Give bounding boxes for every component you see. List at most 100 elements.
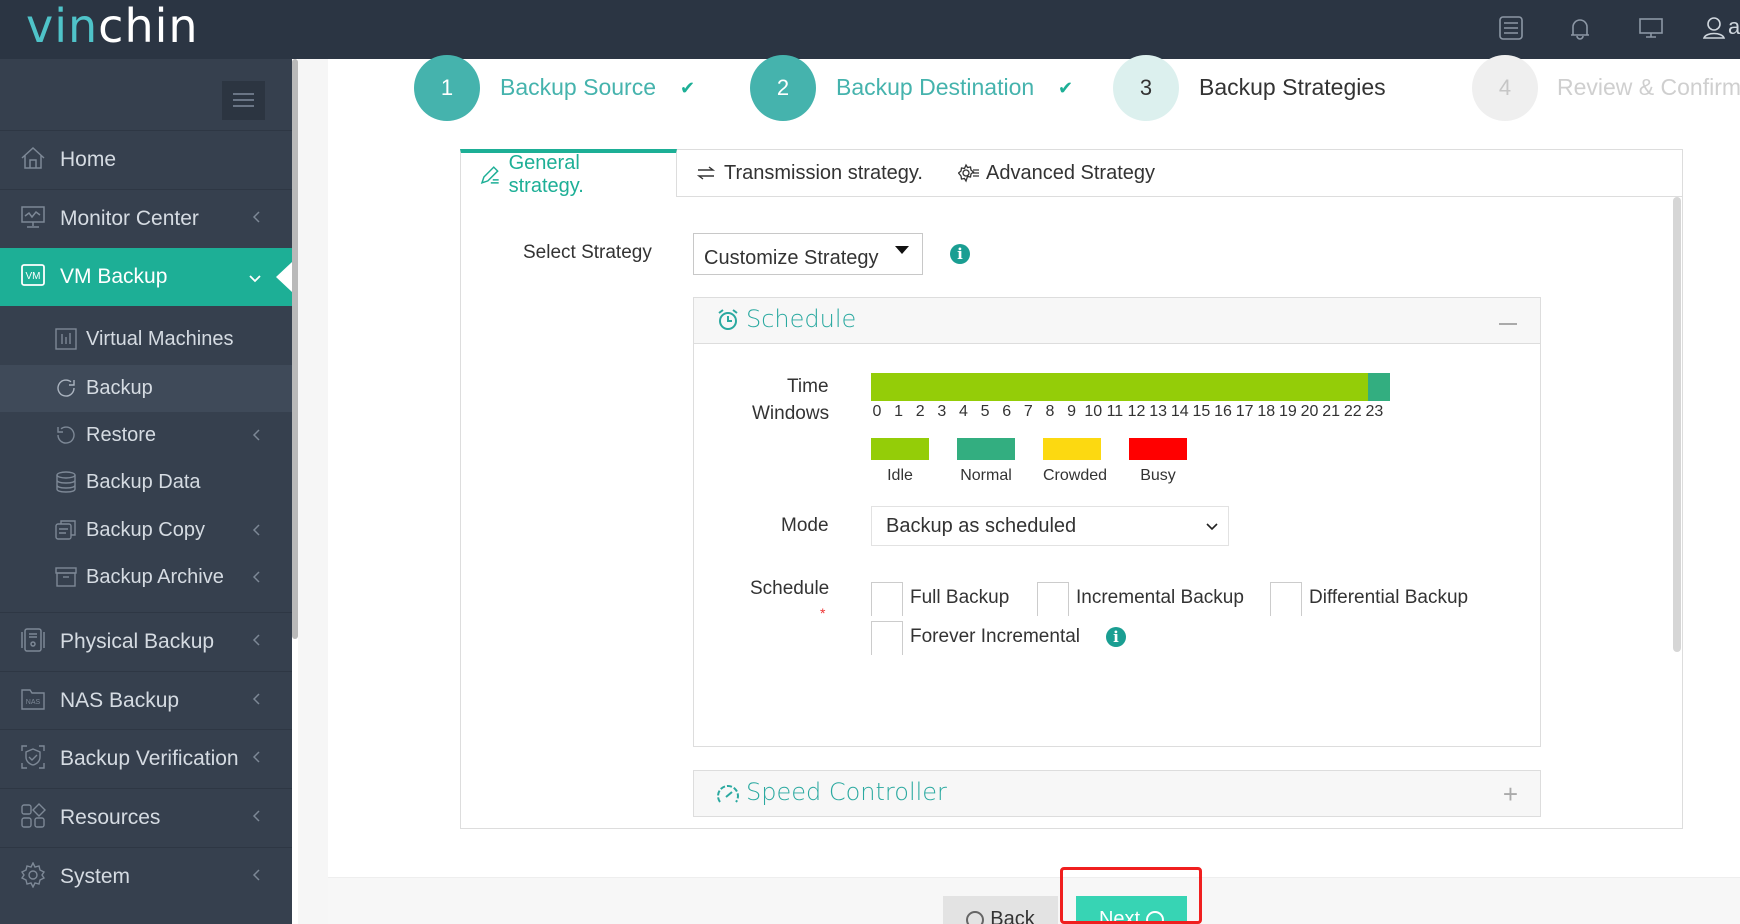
chevron-left-icon <box>252 810 260 822</box>
tab-label: General strategy. <box>508 152 584 197</box>
hour-slot-9[interactable] <box>1065 373 1088 401</box>
tab-transmission-strategy[interactable]: Transmission strategy. <box>678 149 941 197</box>
differential-backup-checkbox[interactable] <box>1270 582 1302 616</box>
schedule-panel-header[interactable]: Schedule <box>694 298 1540 344</box>
hour-slot-1[interactable] <box>892 373 915 401</box>
hour-slot-7[interactable] <box>1022 373 1044 401</box>
step-1-label[interactable]: Backup Source <box>500 74 656 101</box>
svg-text:NAS: NAS <box>26 699 41 706</box>
back-button-label: Back <box>990 908 1035 924</box>
tab-label: Transmission strategy. <box>724 161 923 184</box>
hour-slot-23[interactable] <box>1368 373 1390 401</box>
task-list-icon[interactable] <box>1497 14 1525 42</box>
hour-tick-label: 20 <box>1300 403 1319 420</box>
step-3-label[interactable]: Backup Strategies <box>1199 74 1386 101</box>
full-backup-label[interactable]: Full Backup <box>910 587 1009 609</box>
active-indicator-arrow <box>276 262 292 292</box>
tab-advanced-strategy[interactable]: Advanced Strategy <box>940 149 1173 197</box>
hour-tick-label: 1 <box>894 403 904 420</box>
hour-tick-label: 17 <box>1235 403 1254 420</box>
user-name[interactable]: a <box>1728 14 1740 40</box>
hour-slot-20[interactable] <box>1303 373 1326 401</box>
hour-slot-16[interactable] <box>1217 373 1239 401</box>
sidebar-item-resources[interactable]: Resources <box>0 789 292 847</box>
hour-tick-label: 14 <box>1170 403 1189 420</box>
sidebar-item-label: System <box>60 865 131 888</box>
forever-incremental-checkbox[interactable] <box>871 621 903 655</box>
forever-incremental-info-icon[interactable]: i <box>1106 627 1126 647</box>
hour-slot-18[interactable] <box>1260 373 1282 401</box>
sidebar-subitem-backup-data[interactable]: Backup Data <box>0 459 292 506</box>
hour-slot-19[interactable] <box>1281 373 1304 401</box>
sidebar-item-physical-backup[interactable]: Physical Backup <box>0 613 292 671</box>
sidebar-item-backup-verification[interactable]: Backup Verification <box>0 730 292 788</box>
chevron-left-icon <box>252 869 260 881</box>
hour-slot-5[interactable] <box>979 373 1001 401</box>
hour-slot-17[interactable] <box>1238 373 1261 401</box>
time-window-bar[interactable] <box>871 373 1390 401</box>
hour-slot-22[interactable] <box>1346 373 1369 401</box>
sidebar-subitem-label: Restore <box>86 424 157 446</box>
hour-slot-10[interactable] <box>1087 373 1109 401</box>
strategy-select[interactable]: Customize Strategy <box>693 233 923 275</box>
expand-icon[interactable]: + <box>1503 779 1518 810</box>
sidebar-toggle-button[interactable] <box>222 81 265 120</box>
content-gutter <box>298 59 328 924</box>
hour-slot-11[interactable] <box>1108 373 1131 401</box>
sidebar-subitem-virtual-machines[interactable]: Virtual Machines <box>0 316 292 363</box>
step-4-label[interactable]: Review & Confirm <box>1557 74 1740 101</box>
step-3-circle[interactable]: 3 <box>1113 55 1179 121</box>
hour-slot-0[interactable] <box>871 373 893 401</box>
sidebar-subitem-label: Backup Archive <box>86 566 224 588</box>
sidebar-subitem-backup-copy[interactable]: Backup Copy <box>0 507 292 554</box>
step-2-check-icon: ✔ <box>1058 78 1074 98</box>
menu-line <box>233 99 254 101</box>
sidebar-item-monitor-center[interactable]: Monitor Center <box>0 190 292 248</box>
hour-slot-21[interactable] <box>1325 373 1347 401</box>
hour-slot-13[interactable] <box>1152 373 1174 401</box>
hour-slot-3[interactable] <box>935 373 958 401</box>
sidebar-item-system[interactable]: System <box>0 848 292 906</box>
mode-select[interactable]: Backup as scheduled <box>871 506 1229 546</box>
step-4-circle[interactable]: 4 <box>1472 55 1538 121</box>
incremental-backup-checkbox[interactable] <box>1037 582 1069 616</box>
step-2-label[interactable]: Backup Destination <box>836 74 1034 101</box>
step-1-circle[interactable]: 1 <box>414 55 480 121</box>
legend-label-normal: Normal <box>960 467 1012 484</box>
hour-slot-6[interactable] <box>1000 373 1023 401</box>
hour-slot-4[interactable] <box>957 373 980 401</box>
hour-slot-2[interactable] <box>914 373 936 401</box>
chart-box-icon <box>55 328 77 350</box>
hour-tick-label: 8 <box>1045 403 1055 420</box>
user-icon[interactable] <box>1700 14 1728 42</box>
sidebar-subitem-restore[interactable]: Restore <box>0 412 292 459</box>
strategy-select-value: Customize Strategy <box>704 247 879 269</box>
hour-slot-15[interactable] <box>1195 373 1217 401</box>
incremental-backup-label[interactable]: Incremental Backup <box>1076 587 1244 609</box>
panel-scrollbar[interactable] <box>1673 197 1681 652</box>
grid-icon <box>21 803 46 828</box>
forever-incremental-label[interactable]: Forever Incremental <box>910 626 1080 648</box>
strategy-info-icon[interactable]: i <box>950 244 970 264</box>
sidebar-subitem-backup-archive[interactable]: Backup Archive <box>0 554 292 601</box>
menu-line <box>233 105 254 107</box>
hour-tick-label: 10 <box>1084 403 1103 420</box>
vinchin-logo[interactable]: vinchin <box>26 0 199 52</box>
hour-slot-8[interactable] <box>1044 373 1066 401</box>
back-button[interactable]: Back <box>943 896 1058 924</box>
differential-backup-label[interactable]: Differential Backup <box>1309 587 1468 609</box>
hour-slot-12[interactable] <box>1130 373 1153 401</box>
bell-icon[interactable] <box>1566 14 1594 42</box>
chevron-left-icon <box>252 751 260 763</box>
monitor-icon[interactable] <box>1637 14 1665 42</box>
sidebar-item-vm-backup[interactable]: VM VM Backup <box>0 248 292 306</box>
collapse-icon[interactable] <box>1499 323 1517 325</box>
hour-slot-14[interactable] <box>1173 373 1196 401</box>
sidebar-subitem-backup[interactable]: Backup <box>0 365 292 412</box>
speed-controller-panel[interactable]: Speed Controller + <box>693 770 1541 817</box>
tab-general-strategy[interactable]: General strategy. <box>460 149 677 197</box>
step-2-circle[interactable]: 2 <box>750 55 816 121</box>
full-backup-checkbox[interactable] <box>871 582 903 616</box>
sidebar-item-home[interactable]: Home <box>0 131 292 189</box>
sidebar-item-nas-backup[interactable]: NAS NAS Backup <box>0 672 292 730</box>
